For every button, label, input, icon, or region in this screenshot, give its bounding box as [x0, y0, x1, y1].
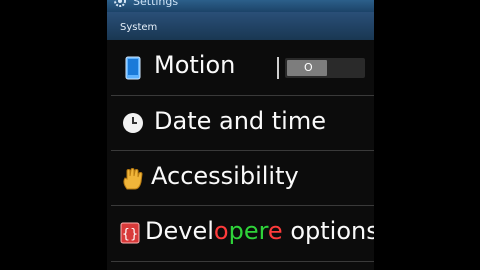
divider	[111, 261, 374, 262]
list-item-accessibility[interactable]: Accessibility	[107, 151, 374, 206]
svg-text:{}: {}	[122, 227, 139, 242]
settings-screen: Settings System Motion O Date and time A…	[107, 0, 374, 270]
date-and-time-label: Date and time	[154, 107, 326, 135]
hand-icon	[123, 168, 143, 190]
section-header-system: System	[107, 12, 374, 40]
accessibility-label: Accessibility	[151, 162, 299, 190]
list-item-date-and-time[interactable]: Date and time	[107, 96, 374, 151]
developer-options-label: Developere options	[145, 217, 374, 245]
list-item-motion[interactable]: Motion O	[107, 40, 374, 95]
motion-icon	[125, 56, 141, 80]
motion-label: Motion	[154, 51, 236, 79]
toggle-separator	[277, 57, 279, 79]
letterbox-right	[374, 0, 480, 270]
label-part: options	[282, 217, 374, 245]
motion-toggle[interactable]: O	[285, 58, 365, 78]
label-part: o	[213, 217, 229, 245]
label-part: e	[267, 217, 283, 245]
app-title: Settings	[133, 0, 179, 8]
list-item-developer-options[interactable]: {} Developere options	[107, 206, 374, 261]
label-part: per	[228, 217, 268, 245]
letterbox-left	[0, 0, 107, 270]
clock-icon	[123, 113, 143, 133]
developer-icon: {}	[120, 222, 140, 244]
toggle-knob: O	[287, 60, 327, 76]
toggle-state-label: O	[304, 61, 313, 74]
title-bar: Settings	[107, 0, 374, 12]
settings-gear-icon	[114, 0, 126, 7]
label-part: Devel	[145, 217, 214, 245]
section-label: System	[120, 22, 158, 33]
